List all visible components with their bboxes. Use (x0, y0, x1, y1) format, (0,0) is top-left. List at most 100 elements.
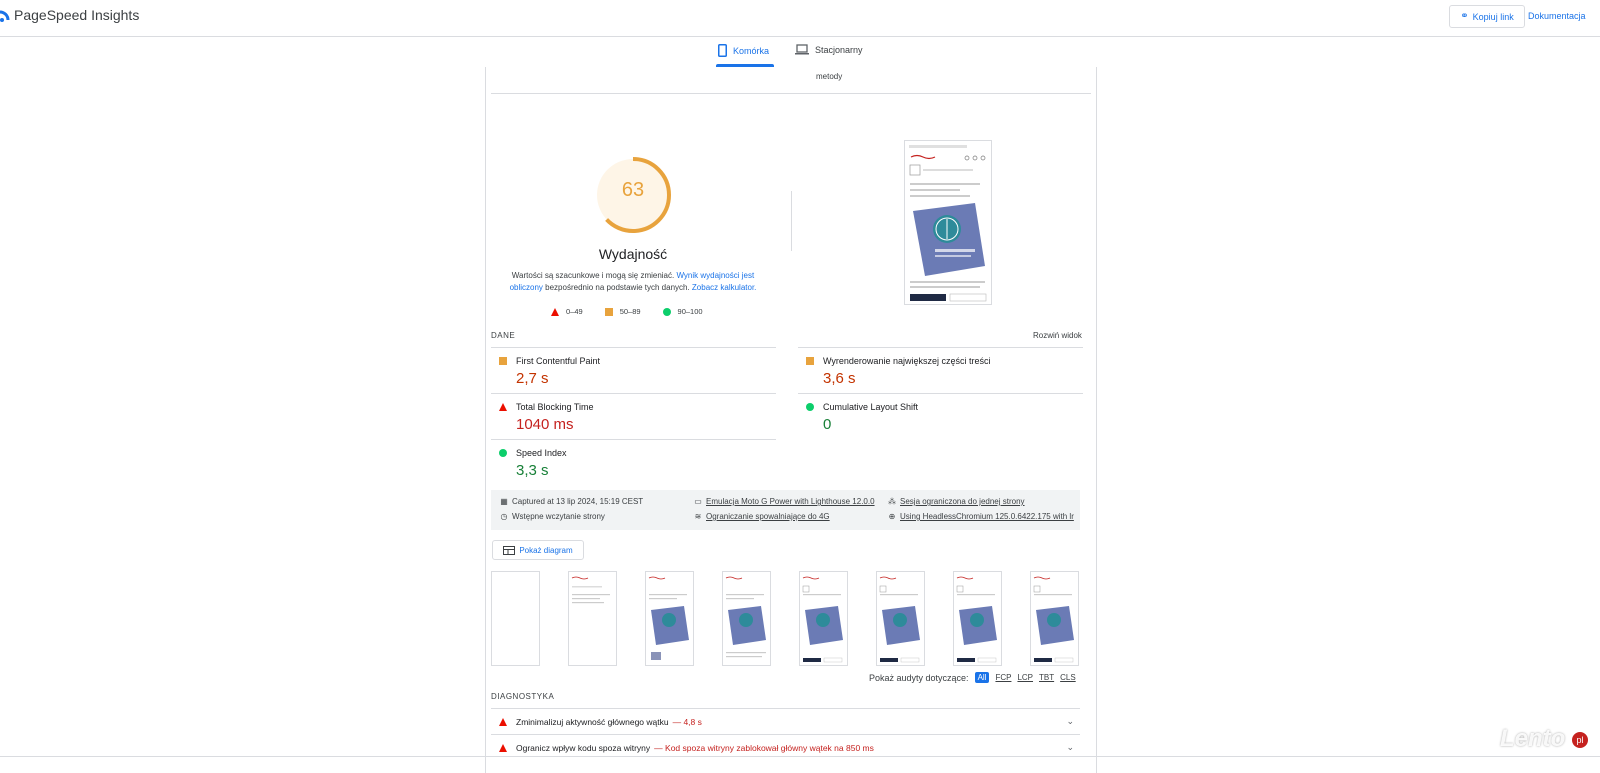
method-text: metody (816, 72, 843, 81)
pass-circle-icon (806, 403, 814, 411)
watermark-text: Lento (1500, 725, 1566, 752)
show-diagram-label: Pokaż diagram (519, 545, 573, 555)
throttling-text: Ograniczanie spowalniające do 4G (706, 512, 830, 521)
diagnostic-detail: — Kod spoza witryny zablokował główny wą… (654, 743, 874, 753)
filter-chip-fcp[interactable]: FCP (995, 673, 1011, 682)
browser-text: Using HeadlessChromium 125.0.6422.175 wi… (900, 512, 1074, 521)
watermark-badge: pl (1572, 732, 1588, 748)
average-square-icon (499, 357, 507, 365)
legend-average-label: 50–89 (619, 307, 641, 316)
performance-score: 63 (621, 179, 645, 201)
filmstrip-frame (491, 571, 540, 666)
desc-text-2: bezpośrednio na podstawie tych danych. (542, 283, 692, 292)
copy-link-button[interactable]: ⚭ Kopiuj link (1449, 5, 1525, 28)
documentation-link[interactable]: Dokumentacja (1528, 11, 1586, 21)
device-tabs: Komórka Stacjonarny (0, 37, 1600, 67)
metric-value: 2,7 s (516, 370, 549, 387)
metric-value: 3,6 s (823, 370, 856, 387)
pagespeed-logo-icon (0, 10, 10, 22)
fail-triangle-icon (551, 307, 559, 316)
devices-icon: ▭ (694, 497, 702, 506)
calculator-link[interactable]: Zobacz kalkulator. (692, 283, 756, 292)
filter-chip-cls[interactable]: CLS (1060, 673, 1076, 682)
legend-fail-label: 0–49 (566, 307, 583, 316)
treemap-icon (503, 545, 516, 555)
legend-fail: 0–49 (551, 307, 583, 316)
top-bar: PageSpeed Insights ⚭ Kopiuj link Dokumen… (0, 0, 1600, 37)
diagnostic-detail: — 4,8 s (672, 717, 702, 727)
expand-view-toggle[interactable]: Rozwiń widok (1033, 331, 1082, 340)
chevron-down-icon[interactable]: ⌄ (1066, 742, 1074, 753)
chevron-down-icon[interactable]: ⌄ (1066, 716, 1074, 727)
metric-fcp: First Contentful Paint 2,7 s (491, 347, 776, 394)
wifi-icon: ≋ (694, 512, 702, 521)
metric-name: Wyrenderowanie największej części treści (823, 356, 991, 366)
app-logo[interactable]: PageSpeed Insights (0, 7, 139, 23)
runtime-throttling[interactable]: ≋ Ograniczanie spowalniające do 4G (693, 512, 830, 521)
divider (491, 93, 1091, 94)
divider-vertical (791, 191, 792, 251)
link-icon: ⚭ (1460, 11, 1469, 22)
people-icon: ⁂ (888, 497, 896, 506)
filmstrip-frame-image (725, 576, 766, 658)
average-square-icon (604, 307, 613, 316)
audit-filter-label: Pokaż audyty dotyczące: (869, 672, 969, 683)
metric-value: 3,3 s (516, 462, 549, 479)
metric-cls: Cumulative Layout Shift 0 (798, 393, 1083, 440)
filter-chip-tbt[interactable]: TBT (1039, 673, 1054, 682)
legend-pass: 90–100 (662, 307, 703, 316)
pass-circle-icon (662, 307, 671, 316)
runtime-settings: ▦ Captured at 13 lip 2024, 15:19 CEST ◷ Ws… (491, 490, 1080, 530)
filter-chip-lcp[interactable]: LCP (1017, 673, 1033, 682)
metric-name: Speed Index (516, 448, 567, 458)
score-legend: 0–49 50–89 90–100 (551, 307, 703, 316)
final-screenshot-image (909, 145, 987, 302)
tab-mobile[interactable]: Komórka (718, 44, 769, 57)
tab-desktop-label: Stacjonarny (815, 44, 863, 55)
metric-tbt: Total Blocking Time 1040 ms (491, 393, 776, 440)
metric-speed-index: Speed Index 3,3 s (491, 439, 776, 486)
filmstrip-frame (645, 571, 694, 666)
calendar-icon: ▦ (500, 497, 508, 506)
tab-desktop[interactable]: Stacjonarny (795, 44, 863, 55)
timer-icon: ◷ (500, 512, 508, 521)
filmstrip-frame-image (879, 576, 920, 663)
filmstrip-frame (722, 571, 771, 666)
pass-circle-icon (499, 449, 507, 457)
filmstrip-frame (1030, 571, 1079, 666)
section-label-data: DANE (491, 331, 516, 340)
laptop-icon (795, 44, 809, 55)
filter-chip-all[interactable]: All (974, 672, 990, 683)
tab-mobile-label: Komórka (733, 45, 770, 56)
initial-load-text: Wstępne wczytanie strony (512, 512, 605, 521)
metric-name: First Contentful Paint (516, 356, 601, 366)
page-bottom-border (0, 756, 1600, 757)
fail-triangle-icon (499, 744, 507, 752)
runtime-session[interactable]: ⁂ Sesja ograniczona do jednej strony (887, 497, 1025, 506)
copy-link-label: Kopiuj link (1472, 11, 1514, 22)
final-screenshot (904, 140, 992, 305)
diagnostic-item[interactable]: Zminimalizuj aktywność głównego wątku — … (491, 708, 1080, 735)
diagnostic-title: Zminimalizuj aktywność głównego wątku (516, 717, 669, 727)
show-diagram-button[interactable]: Pokaż diagram (492, 540, 584, 560)
runtime-captured: ▦ Captured at 13 lip 2024, 15:19 CEST (499, 497, 643, 506)
emulation-text: Emulacja Moto G Power with Lighthouse 12… (706, 497, 875, 506)
audit-filter: Pokaż audyty dotyczące: All FCP LCP TBT … (869, 672, 1076, 683)
filmstrip-frame-image (956, 576, 997, 663)
runtime-browser[interactable]: ⊕ Using HeadlessChromium 125.0.6422.175 w… (887, 512, 1074, 521)
captured-text: Captured at 13 lip 2024, 15:19 CEST (512, 497, 644, 506)
section-label-diagnostics: DIAGNOSTYKA (491, 692, 555, 701)
globe-icon: ⊕ (888, 512, 896, 521)
diagnostic-title: Ogranicz wpływ kodu spoza witryny (516, 743, 651, 753)
filmstrip (491, 571, 1091, 666)
report-panel: metody 63 Wydajność Wartości są szacunko… (485, 67, 1097, 773)
runtime-emulation[interactable]: ▭ Emulacja Moto G Power with Lighthouse 1… (693, 497, 875, 506)
metric-value: 0 (823, 416, 832, 433)
filmstrip-frame (953, 571, 1002, 666)
app-title: PageSpeed Insights (14, 7, 140, 23)
fail-triangle-icon (499, 403, 507, 411)
legend-average: 50–89 (604, 307, 641, 316)
metric-lcp: Wyrenderowanie największej części treści… (798, 347, 1083, 394)
filmstrip-frame-image (571, 576, 610, 604)
average-square-icon (806, 357, 814, 365)
